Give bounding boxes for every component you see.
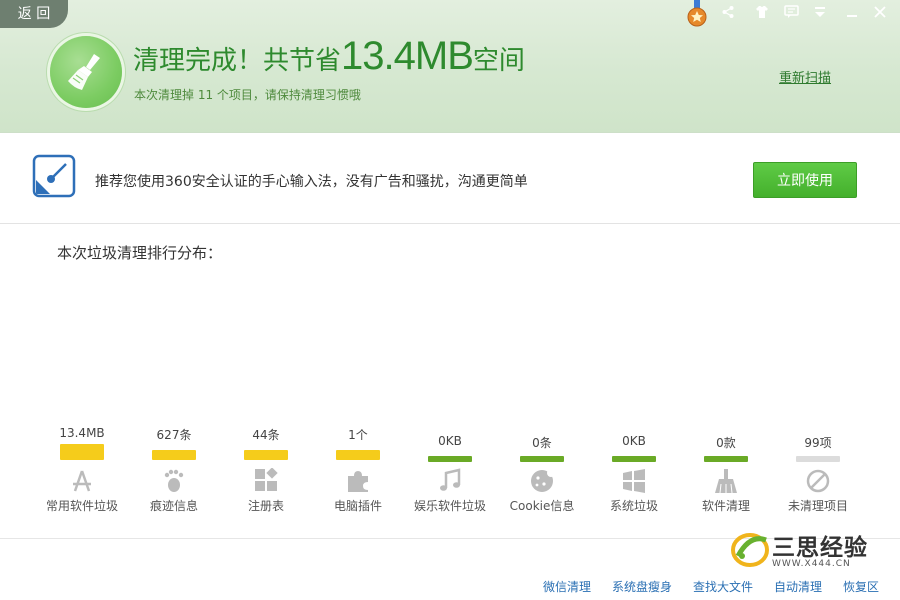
music-note-icon: [440, 468, 461, 491]
category-label: 系统垃圾: [609, 499, 658, 513]
watermark: 三思经验 WWW.X444.CN: [730, 526, 880, 576]
category-label: Cookie信息: [509, 499, 575, 513]
category-8[interactable]: 99项未清理项目: [772, 424, 864, 516]
close-icon[interactable]: [871, 4, 889, 20]
broom-icon: [715, 469, 737, 494]
result-header: 返 回 清理完成！共节省 13.4MB 空间 本次清理掉 11 个项目，请保持清…: [0, 0, 900, 133]
watermark-url: WWW.X444.CN: [772, 559, 851, 569]
share-icon[interactable]: [719, 4, 737, 20]
category-bar: [704, 456, 748, 462]
category-1[interactable]: 627条痕迹信息: [128, 424, 220, 516]
category-value: 627条: [156, 428, 192, 442]
category-value: 1个: [348, 428, 368, 442]
category-value: 44条: [252, 428, 280, 442]
headline-prefix: 清理完成！共节省: [133, 46, 342, 76]
category-bar: [60, 444, 104, 460]
use-now-button[interactable]: 立即使用: [753, 162, 857, 198]
category-bar: [336, 450, 380, 460]
ranking-title: 本次垃圾清理排行分布：: [57, 244, 223, 262]
skin-icon[interactable]: [753, 4, 771, 20]
menu-icon[interactable]: [811, 4, 829, 20]
cleanup-complete-icon: [50, 36, 122, 108]
registry-blocks-icon: [255, 468, 278, 491]
category-7[interactable]: 0款软件清理: [680, 424, 772, 516]
promo-text: 推荐您使用360安全认证的手心输入法，没有广告和骚扰，沟通更简单: [95, 174, 528, 190]
saved-amount: 13.4MB: [341, 34, 474, 78]
rescan-link[interactable]: 重新扫描: [779, 67, 831, 86]
category-label: 娱乐软件垃圾: [413, 499, 486, 513]
category-3[interactable]: 1个电脑插件: [312, 424, 404, 516]
category-value: 99项: [804, 436, 832, 450]
category-label: 软件清理: [701, 499, 750, 513]
category-value: 0条: [532, 436, 552, 450]
category-bar: [152, 450, 196, 460]
category-value: 0KB: [622, 434, 646, 448]
watermark-logo-icon: [731, 533, 769, 567]
category-bar: [520, 456, 564, 462]
app-store-icon: [73, 470, 91, 492]
category-bar: [612, 456, 656, 462]
footer-link-disk-slim[interactable]: 系统盘瘦身: [612, 578, 672, 595]
footer-link-wechat-clean[interactable]: 微信清理: [543, 578, 591, 595]
footer-link-find-big-files[interactable]: 查找大文件: [693, 578, 753, 595]
windows-logo-icon: [623, 469, 645, 493]
footprint-icon: [164, 469, 184, 492]
cleanup-summary: 本次清理掉 11 个项目，请保持清理习惯哦: [134, 88, 361, 102]
category-label: 痕迹信息: [149, 499, 198, 513]
cookie-icon: [531, 469, 555, 492]
category-0[interactable]: 13.4MB 常用软件垃圾: [36, 424, 128, 516]
medal-icon[interactable]: [686, 0, 708, 28]
category-5[interactable]: 0条 Cookie信息: [496, 424, 588, 516]
headline: 清理完成！共节省 13.4MB 空间: [133, 34, 525, 84]
category-4[interactable]: 0KB 娱乐软件垃圾: [404, 424, 496, 516]
category-bar: [244, 450, 288, 460]
headline-suffix: 空间: [472, 46, 525, 76]
category-label: 电脑插件: [333, 499, 382, 513]
watermark-text: 三思经验: [772, 535, 868, 561]
category-label: 常用软件垃圾: [45, 499, 118, 513]
promo-banner: 推荐您使用360安全认证的手心输入法，没有广告和骚扰，沟通更简单 立即使用: [0, 133, 900, 224]
feedback-icon[interactable]: [782, 4, 800, 20]
input-method-icon: [32, 154, 76, 198]
category-2[interactable]: 44条注册表: [220, 424, 312, 516]
minimize-icon[interactable]: [843, 4, 861, 20]
footer-link-restore[interactable]: 恢复区: [843, 578, 879, 595]
footer-link-auto-clean[interactable]: 自动清理: [774, 578, 822, 595]
category-value: 0KB: [438, 434, 462, 448]
category-value: 0款: [716, 436, 736, 450]
no-entry-icon: [806, 469, 830, 493]
category-bar: [796, 456, 840, 462]
category-6[interactable]: 0KB 系统垃圾: [588, 424, 680, 516]
puzzle-icon: [348, 471, 368, 492]
category-bar: [428, 456, 472, 462]
category-value: 13.4MB: [59, 426, 105, 440]
back-button[interactable]: 返 回: [0, 0, 68, 28]
category-label: 未清理项目: [787, 499, 848, 513]
category-label: 注册表: [247, 499, 284, 513]
